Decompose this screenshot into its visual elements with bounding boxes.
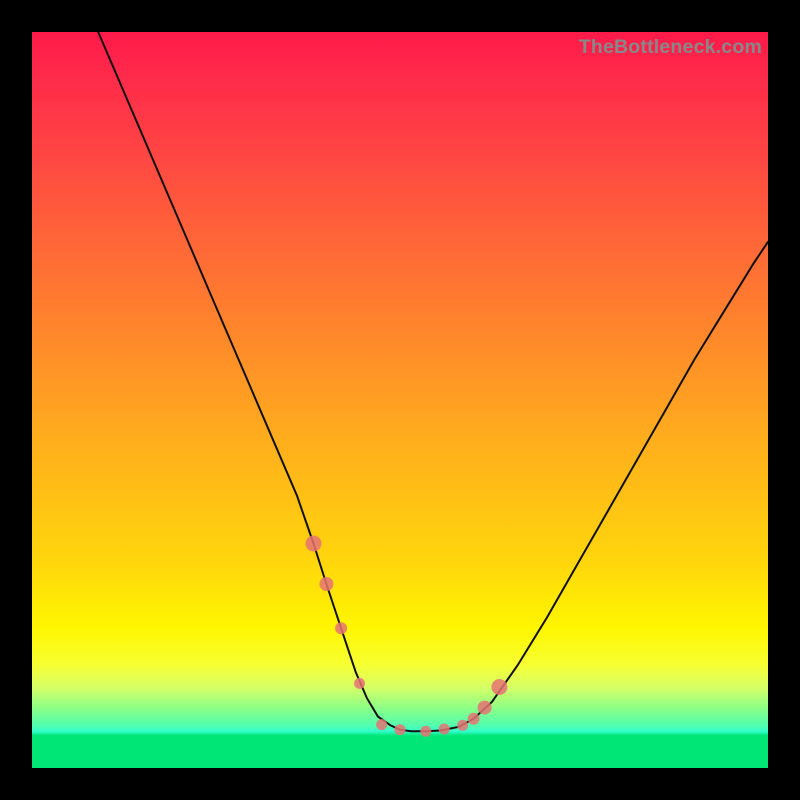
chart-frame: TheBottleneck.com: [0, 0, 800, 800]
bottleneck-curve: [98, 32, 768, 731]
curve-svg: [32, 32, 768, 768]
curve-dot: [420, 726, 431, 737]
curve-dot: [354, 678, 365, 689]
curve-dot: [306, 536, 322, 552]
plot-area: TheBottleneck.com: [32, 32, 768, 768]
curve-dot: [478, 701, 492, 715]
curve-dot: [468, 713, 480, 725]
curve-dot: [491, 679, 507, 695]
curve-dot: [457, 720, 468, 731]
curve-dot: [439, 724, 450, 735]
curve-dot: [335, 622, 347, 634]
curve-dot: [395, 724, 406, 735]
curve-dot: [319, 577, 333, 591]
curve-dot: [376, 719, 387, 730]
curve-dots: [306, 536, 508, 737]
